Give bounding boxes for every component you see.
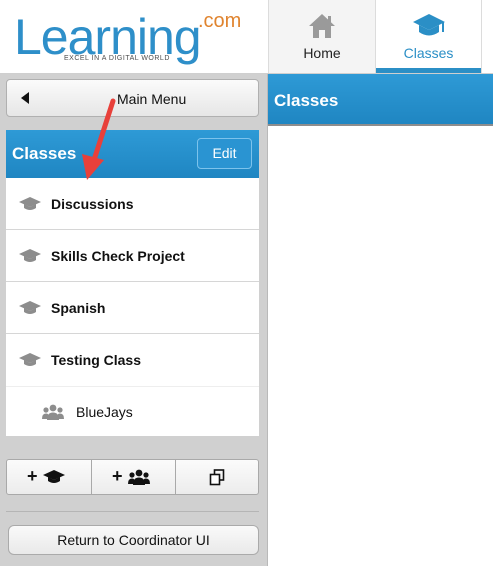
graduation-cap-icon [19, 249, 41, 268]
class-item-label: Testing Class [51, 352, 141, 368]
sidebar-divider [6, 511, 259, 512]
classes-section-title: Classes [12, 144, 77, 163]
main-menu-label: Main Menu [117, 91, 187, 107]
add-class-button[interactable]: + [7, 460, 91, 494]
main-header: Classes [268, 74, 493, 126]
main-menu-button[interactable]: Main Menu [6, 79, 259, 117]
group-icon [42, 404, 64, 425]
tab-home-label: Home [303, 45, 341, 61]
edit-button[interactable]: Edit [197, 138, 252, 169]
graduation-cap-icon [411, 12, 447, 45]
class-item-spanish[interactable]: Spanish [6, 282, 259, 334]
graduation-cap-icon [19, 197, 41, 216]
graduation-cap-icon [19, 301, 41, 320]
tab-classes[interactable]: Classes [375, 0, 482, 73]
sidebar: Main Menu Classes Edit Discussions Skill… [0, 74, 268, 566]
class-item-label: Skills Check Project [51, 248, 185, 264]
home-icon [307, 12, 337, 45]
class-item-label: Discussions [51, 196, 134, 212]
tab-home[interactable]: Home [268, 0, 375, 73]
group-item-bluejays[interactable]: BlueJays [6, 386, 259, 436]
add-group-icon [128, 469, 150, 485]
back-arrow-icon [21, 92, 29, 104]
app-header: Learning .com EXCEL IN A DIGITAL WORLD H… [0, 0, 493, 74]
class-item-testing-class[interactable]: Testing Class [6, 334, 259, 386]
class-toolbar: + + [6, 459, 259, 495]
group-item-label: BlueJays [76, 404, 133, 420]
main-content [268, 126, 493, 566]
plus-icon: + [112, 466, 123, 486]
plus-icon: + [27, 466, 38, 486]
add-group-button[interactable]: + [91, 460, 175, 494]
class-item-label: Spanish [51, 300, 106, 316]
class-list: Discussions Skills Check Project Spanish… [6, 178, 259, 436]
return-to-coordinator-button[interactable]: Return to Coordinator UI [8, 525, 259, 555]
learning-com-logo[interactable]: Learning .com EXCEL IN A DIGITAL WORLD [0, 0, 268, 74]
class-item-discussions[interactable]: Discussions [6, 178, 259, 230]
add-class-icon [43, 470, 65, 483]
active-tab-indicator [376, 68, 481, 73]
copy-icon [209, 469, 225, 486]
copy-button[interactable] [175, 460, 258, 494]
class-item-skills-check-project[interactable]: Skills Check Project [6, 230, 259, 282]
classes-section-header: Classes Edit [6, 130, 259, 178]
tab-classes-label: Classes [403, 45, 454, 61]
page-title: Classes [274, 91, 339, 110]
annotation-arrow-icon [82, 98, 116, 180]
logo-suffix: .com [198, 10, 242, 32]
graduation-cap-icon [19, 353, 41, 372]
logo-tagline: EXCEL IN A DIGITAL WORLD [64, 55, 170, 62]
